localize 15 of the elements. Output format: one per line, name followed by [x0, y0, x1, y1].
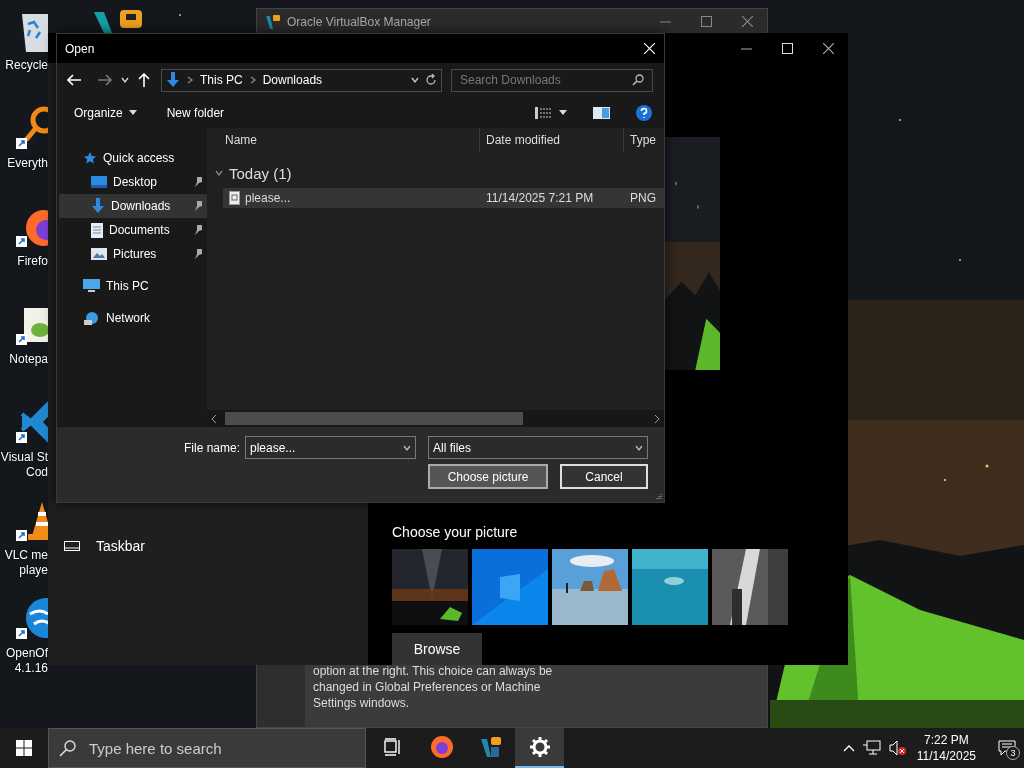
muted-speaker-icon[interactable]	[888, 740, 907, 756]
taskbar-app[interactable]	[515, 728, 564, 768]
clock-time: 7:22 PM	[924, 732, 969, 748]
network-icon[interactable]	[862, 740, 881, 756]
gear-icon[interactable]	[529, 737, 550, 757]
clock[interactable]: 7:22 PM 11/14/2025	[916, 732, 976, 764]
chevron-up-icon[interactable]	[842, 744, 855, 752]
cube-app-icon[interactable]	[478, 735, 503, 759]
taskbar-search-field[interactable]: Type here to search	[48, 728, 366, 768]
browser-icon[interactable]	[429, 735, 454, 759]
notification-icon[interactable]	[998, 740, 1016, 756]
task-view-icon[interactable]	[383, 738, 402, 756]
clock-date: 11/14/2025	[916, 748, 976, 764]
notification-count: 3	[1006, 746, 1020, 760]
search-icon	[59, 739, 77, 757]
